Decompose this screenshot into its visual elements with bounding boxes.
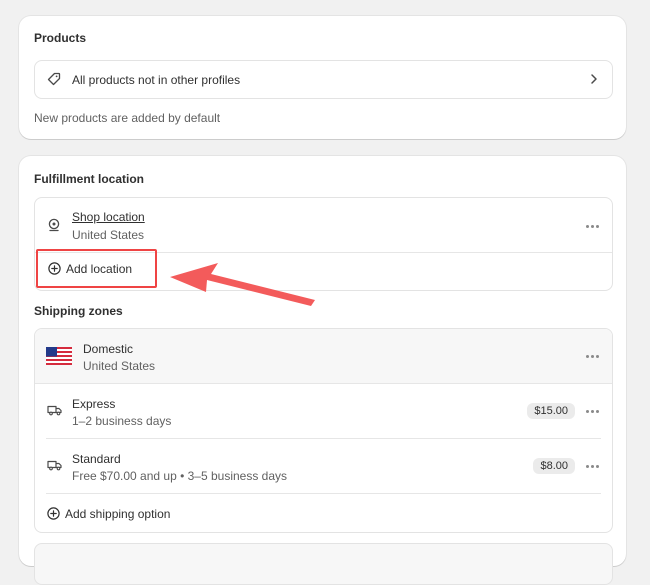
shipping-heading: Shipping zones — [34, 304, 123, 318]
shipping-option-more-icon[interactable] — [584, 459, 600, 473]
shipping-option-name: Express — [72, 397, 116, 411]
tag-icon — [47, 72, 61, 86]
products-card: Products All products not in other profi… — [19, 16, 626, 139]
products-selector[interactable]: All products not in other profiles — [34, 60, 613, 99]
option-divider — [46, 438, 601, 439]
locations-card: Fulfillment location Shop location Unite… — [19, 156, 626, 585]
products-heading: Products — [34, 31, 87, 45]
annotation-arrow — [170, 263, 315, 306]
zone-name: Domestic — [83, 342, 134, 356]
truck-icon — [47, 459, 62, 471]
option-divider — [46, 493, 601, 494]
zone-more-icon[interactable] — [584, 349, 600, 363]
truck-icon — [47, 404, 62, 416]
shipping-zone-box: Domestic United States Express 1–2 busin… — [34, 328, 613, 533]
shipping-option-detail: 1–2 business days — [72, 414, 172, 428]
add-shipping-option-button[interactable]: Add shipping option — [35, 501, 215, 527]
shipping-option-more-icon[interactable] — [584, 404, 600, 418]
plus-circle-icon — [47, 507, 60, 520]
zone-country: United States — [83, 359, 156, 373]
products-selector-label: All products not in other profiles — [72, 73, 241, 87]
next-zone-box — [34, 543, 613, 585]
zone-header: Domestic United States — [35, 329, 612, 384]
shipping-option-detail: Free $70.00 and up • 3–5 business days — [72, 469, 288, 483]
shipping-option-price: $15.00 — [527, 403, 575, 419]
us-flag-icon — [46, 347, 72, 365]
products-note: New products are added by default — [34, 111, 221, 125]
shipping-option-name: Standard — [72, 452, 121, 466]
chevron-right-icon — [589, 73, 599, 85]
add-shipping-option-label: Add shipping option — [65, 507, 171, 521]
shipping-option-price: $8.00 — [533, 458, 575, 474]
